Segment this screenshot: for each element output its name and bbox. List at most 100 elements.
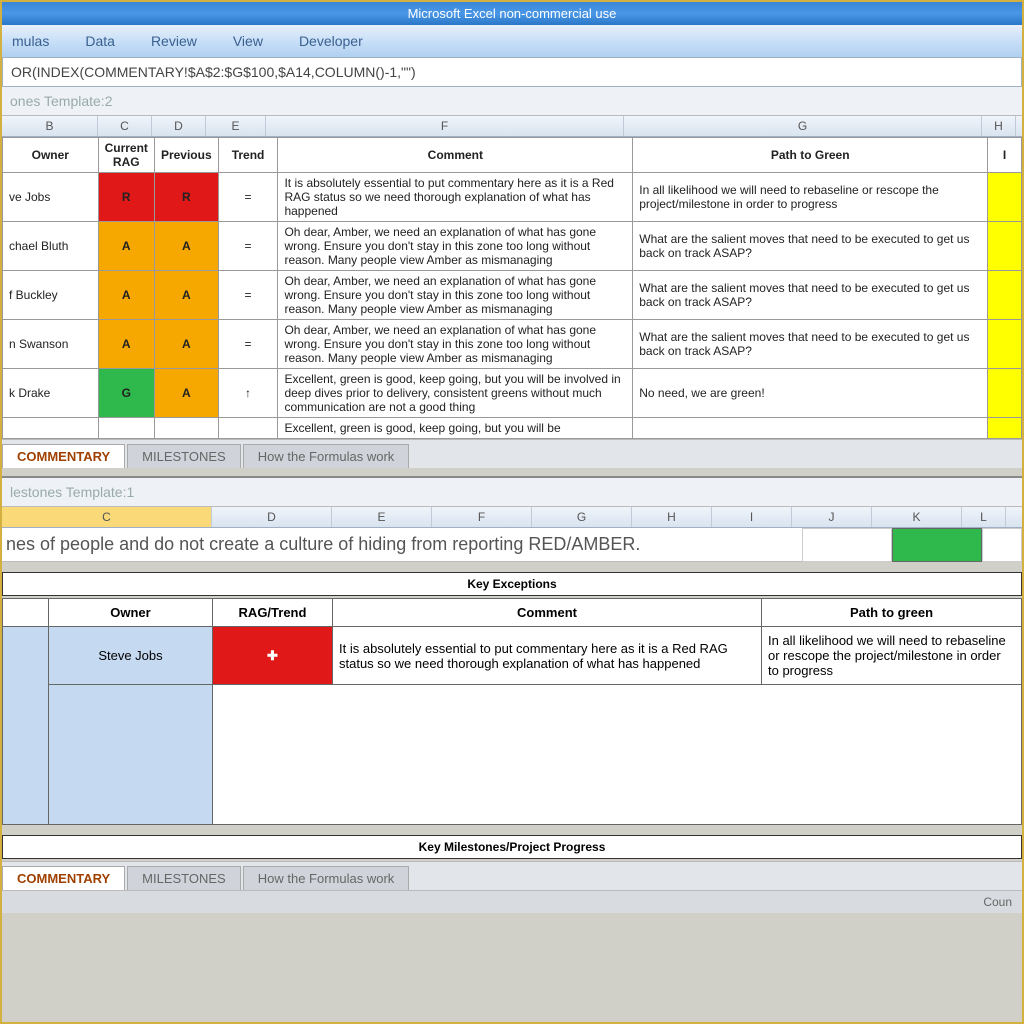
kex-row[interactable]: Steve Jobs ✚ It is absolutely essential … (3, 627, 1022, 685)
tab-review[interactable]: Review (151, 33, 197, 49)
cell-owner[interactable]: chael Bluth (3, 222, 99, 271)
cell-yellow[interactable] (988, 418, 1022, 439)
cell-comment[interactable]: Oh dear, Amber, we need an explanation o… (278, 320, 633, 369)
cell-trend[interactable]: = (218, 271, 278, 320)
cell-owner[interactable]: f Buckley (3, 271, 99, 320)
kex-empty-owner[interactable] (49, 685, 213, 825)
tab-commentary-1[interactable]: COMMENTARY (2, 444, 125, 468)
column-headers-2: C D E F G H I J K L (2, 507, 1022, 528)
cell-prev-rag[interactable]: A (154, 222, 218, 271)
cell-owner[interactable]: n Swanson (3, 320, 99, 369)
cell-comment[interactable]: Excellent, green is good, keep going, bu… (278, 418, 633, 439)
col2-k[interactable]: K (872, 507, 962, 527)
col2-g[interactable]: G (532, 507, 632, 527)
cell-current-rag[interactable]: A (98, 222, 154, 271)
tab-developer[interactable]: Developer (299, 33, 363, 49)
tab-how-1[interactable]: How the Formulas work (243, 444, 410, 468)
cell-trend[interactable]: = (218, 222, 278, 271)
cell-comment[interactable]: It is absolutely essential to put commen… (278, 173, 633, 222)
cell-owner[interactable]: ve Jobs (3, 173, 99, 222)
cell-prev-rag[interactable]: R (154, 173, 218, 222)
cell-trend[interactable]: ↑ (218, 369, 278, 418)
cell-yellow[interactable] (988, 271, 1022, 320)
formula-bar[interactable]: OR(INDEX(COMMENTARY!$A$2:$G$100,$A14,COL… (2, 57, 1022, 87)
cell-path[interactable]: What are the salient moves that need to … (633, 222, 988, 271)
cell-trend[interactable]: = (218, 173, 278, 222)
cell-yellow[interactable] (988, 369, 1022, 418)
kex-empty[interactable] (213, 685, 1022, 825)
cell-yellow[interactable] (988, 320, 1022, 369)
col-g[interactable]: G (624, 116, 982, 136)
table-row[interactable]: Excellent, green is good, keep going, bu… (3, 418, 1022, 439)
cell-comment[interactable]: Oh dear, Amber, we need an explanation o… (278, 222, 633, 271)
cell-prev-rag[interactable]: A (154, 271, 218, 320)
cell-comment[interactable]: Oh dear, Amber, we need an explanation o… (278, 271, 633, 320)
cell-path[interactable]: What are the salient moves that need to … (633, 320, 988, 369)
cell-current-rag[interactable]: A (98, 271, 154, 320)
kex-owner[interactable]: Steve Jobs (49, 627, 213, 685)
window-title: Microsoft Excel non-commercial use (2, 2, 1022, 25)
cell-owner[interactable] (3, 418, 99, 439)
tab-view[interactable]: View (233, 33, 263, 49)
table-row[interactable]: chael BluthAA=Oh dear, Amber, we need an… (3, 222, 1022, 271)
hdr-current-rag: Current RAG (98, 138, 154, 173)
tab-formulas[interactable]: mulas (12, 33, 49, 49)
hdr-i: I (988, 138, 1022, 173)
col2-c[interactable]: C (2, 507, 212, 527)
cell-current-rag[interactable]: G (98, 369, 154, 418)
cell-prev-rag[interactable]: A (154, 369, 218, 418)
cell-current-rag[interactable]: A (98, 320, 154, 369)
cell-current-rag[interactable] (98, 418, 154, 439)
col2-h[interactable]: H (632, 507, 712, 527)
col-b[interactable]: B (2, 116, 98, 136)
cell-path[interactable]: What are the salient moves that need to … (633, 271, 988, 320)
cell-path[interactable]: No need, we are green! (633, 369, 988, 418)
col-f[interactable]: F (266, 116, 624, 136)
tab-milestones-1[interactable]: MILESTONES (127, 444, 241, 468)
col-e[interactable]: E (206, 116, 266, 136)
green-indicator-cell[interactable] (892, 528, 982, 562)
column-headers-1: B C D E F G H (2, 116, 1022, 137)
table-row[interactable]: k DrakeGA↑Excellent, green is good, keep… (3, 369, 1022, 418)
table-row[interactable]: f BuckleyAA=Oh dear, Amber, we need an e… (3, 271, 1022, 320)
kex-hdr-rag: RAG/Trend (213, 599, 333, 627)
tab-commentary-2[interactable]: COMMENTARY (2, 866, 125, 890)
col2-f[interactable]: F (432, 507, 532, 527)
col2-j[interactable]: J (792, 507, 872, 527)
key-exceptions-table: Owner RAG/Trend Comment Path to green St… (2, 598, 1022, 825)
rag-status-table: Owner Current RAG Previous Trend Comment… (2, 137, 1022, 439)
cell-path[interactable]: In all likelihood we will need to rebase… (633, 173, 988, 222)
col2-d[interactable]: D (212, 507, 332, 527)
key-milestones-title: Key Milestones/Project Progress (2, 835, 1022, 859)
key-exceptions-title: Key Exceptions (2, 572, 1022, 596)
col-c[interactable]: C (98, 116, 152, 136)
tab-milestones-2[interactable]: MILESTONES (127, 866, 241, 890)
cell-path[interactable] (633, 418, 988, 439)
col2-l[interactable]: L (962, 507, 1006, 527)
col2-e[interactable]: E (332, 507, 432, 527)
cell-owner[interactable]: k Drake (3, 369, 99, 418)
cell-trend[interactable] (218, 418, 278, 439)
tab-data[interactable]: Data (85, 33, 115, 49)
kex-rag-icon[interactable]: ✚ (213, 627, 333, 685)
sheet-tabs-2: COMMENTARY MILESTONES How the Formulas w… (2, 861, 1022, 890)
hdr-owner: Owner (3, 138, 99, 173)
cell-prev-rag[interactable]: A (154, 320, 218, 369)
workbook-name-2: lestones Template:1 (2, 478, 1022, 507)
table-row[interactable]: n SwansonAA=Oh dear, Amber, we need an e… (3, 320, 1022, 369)
table-row[interactable]: ve JobsRR=It is absolutely essential to … (3, 173, 1022, 222)
col2-i[interactable]: I (712, 507, 792, 527)
cell-prev-rag[interactable] (154, 418, 218, 439)
kex-comment[interactable]: It is absolutely essential to put commen… (333, 627, 762, 685)
kex-path[interactable]: In all likelihood we will need to rebase… (762, 627, 1022, 685)
cell-trend[interactable]: = (218, 320, 278, 369)
kex-hdr-path: Path to green (762, 599, 1022, 627)
tab-how-2[interactable]: How the Formulas work (243, 866, 410, 890)
cell-yellow[interactable] (988, 173, 1022, 222)
cell-comment[interactable]: Excellent, green is good, keep going, bu… (278, 369, 633, 418)
col-h[interactable]: H (982, 116, 1016, 136)
cell-yellow[interactable] (988, 222, 1022, 271)
col-d[interactable]: D (152, 116, 206, 136)
kex-selector[interactable] (3, 627, 49, 825)
cell-current-rag[interactable]: R (98, 173, 154, 222)
